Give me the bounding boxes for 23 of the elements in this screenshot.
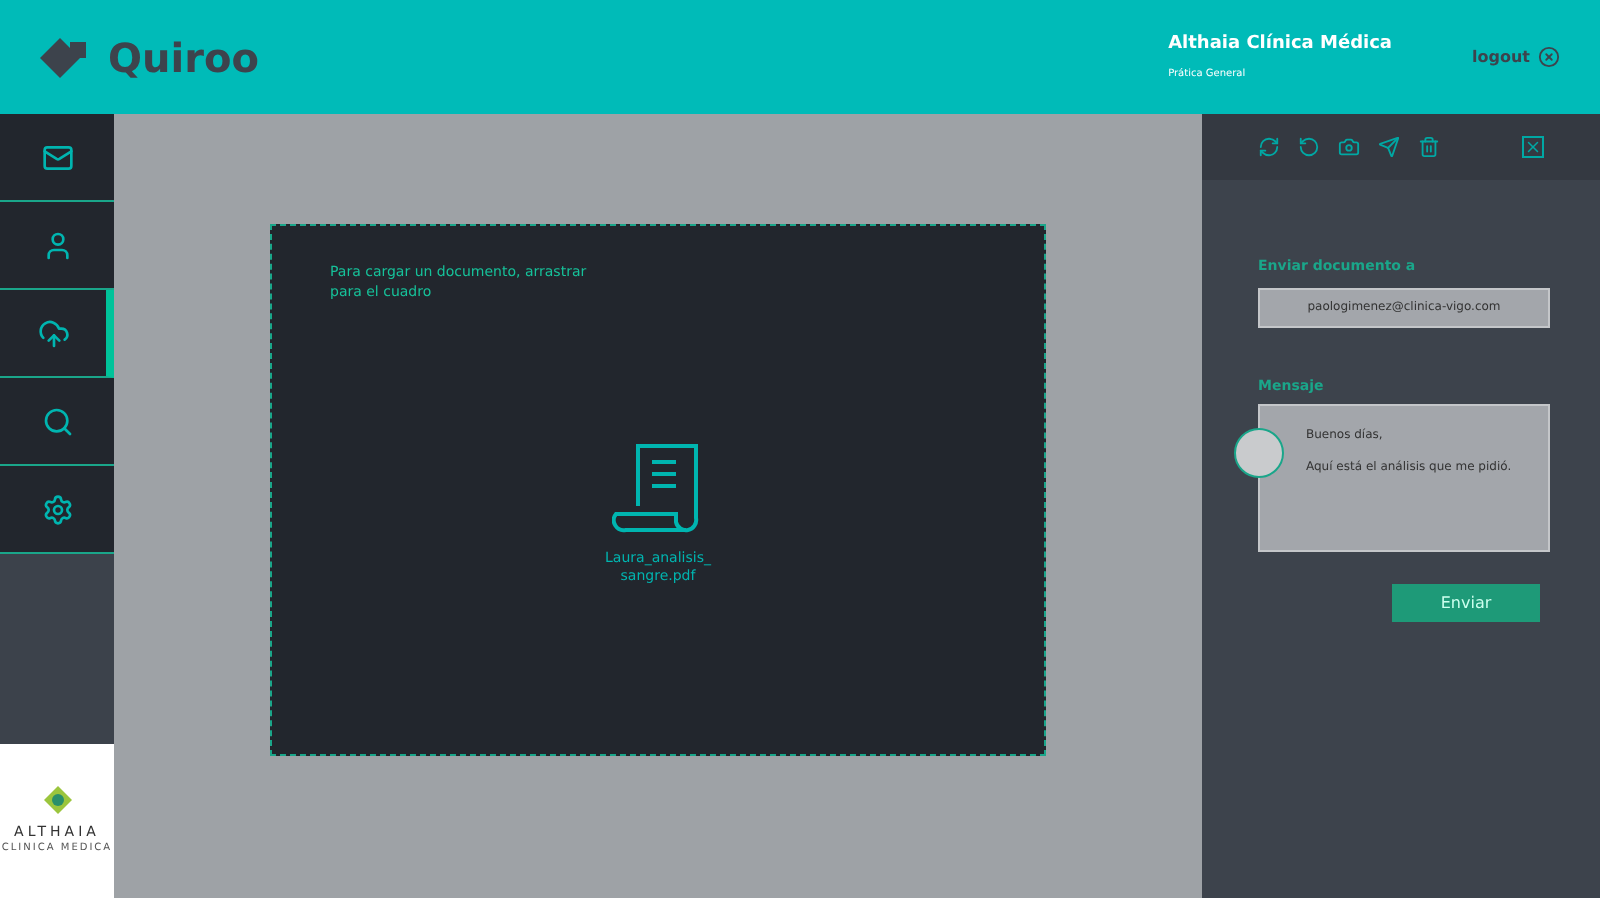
close-icon [1538,46,1560,68]
refresh-icon[interactable] [1258,136,1280,158]
clinic-name: Althaia Clínica Médica [1168,32,1393,58]
logo-icon [40,37,92,77]
sidebar-item[interactable] [0,114,114,202]
document-icon [612,442,704,534]
sidebar-item[interactable] [0,466,114,554]
logout-button[interactable]: logout [1472,45,1560,69]
send-button[interactable]: Enviar [1392,584,1540,622]
sidebar-item[interactable] [0,378,114,466]
app-logo: Quiroo [108,31,259,85]
upload-icon [37,317,69,349]
search-icon [41,405,73,437]
close-icon[interactable] [1522,136,1544,158]
trash-icon[interactable] [1418,136,1440,158]
settings-icon [41,493,73,525]
sidebar-item[interactable] [0,290,114,378]
rotate-icon[interactable] [1298,136,1320,158]
person-icon [41,229,73,261]
camera-icon[interactable] [1338,136,1360,158]
send-icon[interactable] [1378,136,1400,158]
mail-icon [41,141,73,173]
sidebar-item[interactable] [0,202,114,290]
